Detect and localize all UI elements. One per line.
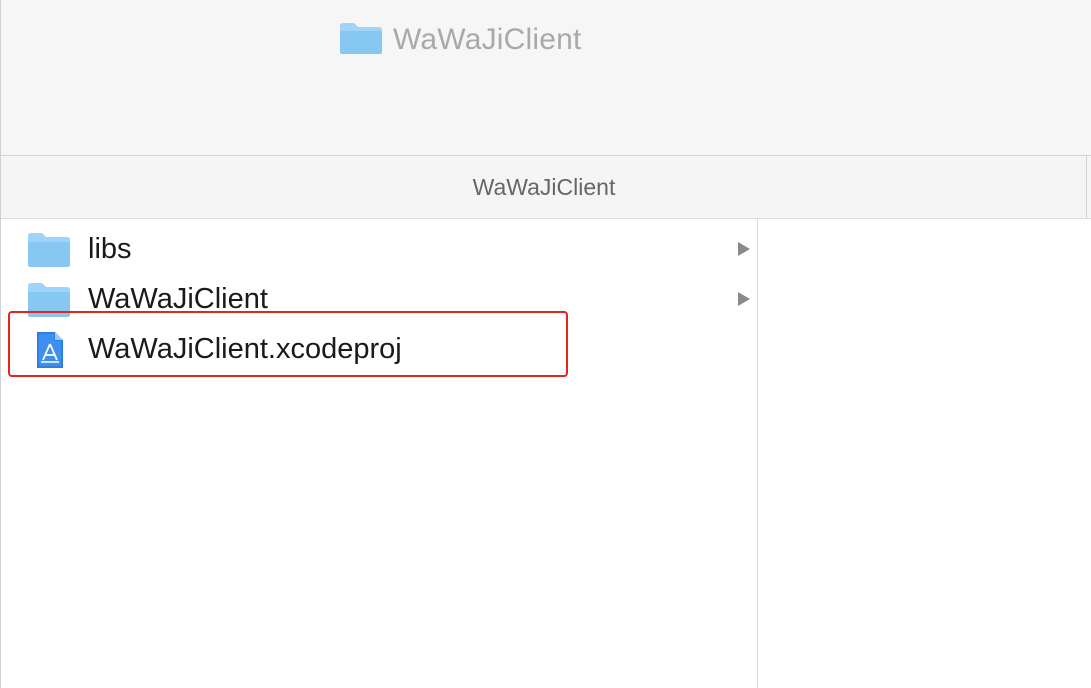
- file-name: WaWaJiClient.xcodeproj: [88, 333, 402, 365]
- file-name: WaWaJiClient: [88, 283, 268, 315]
- file-name: libs: [88, 233, 132, 265]
- browser-column-1[interactable]: libs WaWaJiClient WaWaJiClient.xcodeproj: [1, 219, 758, 688]
- finder-window: WaWaJiClient WaWaJiClient libs WaWaJiCli…: [0, 0, 1091, 688]
- window-title-text: WaWaJiClient: [393, 23, 582, 56]
- folder-icon: [338, 21, 384, 60]
- folder-icon: [27, 281, 71, 319]
- file-item-xcodeproj[interactable]: WaWaJiClient.xcodeproj: [1, 324, 758, 374]
- file-list: libs WaWaJiClient WaWaJiClient.xcodeproj: [1, 224, 758, 374]
- window-title: WaWaJiClient: [338, 20, 582, 60]
- folder-icon: [27, 231, 71, 269]
- file-item-wawajiclient[interactable]: WaWaJiClient: [1, 274, 758, 324]
- title-bar[interactable]: WaWaJiClient: [1, 0, 1091, 156]
- chevron-right-icon[interactable]: [737, 292, 751, 306]
- column-divider[interactable]: [1086, 156, 1087, 219]
- browser-column-2[interactable]: [758, 219, 1091, 688]
- chevron-right-icon[interactable]: [737, 242, 751, 256]
- column-header-title: WaWaJiClient: [472, 174, 616, 200]
- file-item-libs[interactable]: libs: [1, 224, 758, 274]
- column-header: WaWaJiClient: [1, 156, 1091, 219]
- xcodeproj-icon: [27, 331, 71, 369]
